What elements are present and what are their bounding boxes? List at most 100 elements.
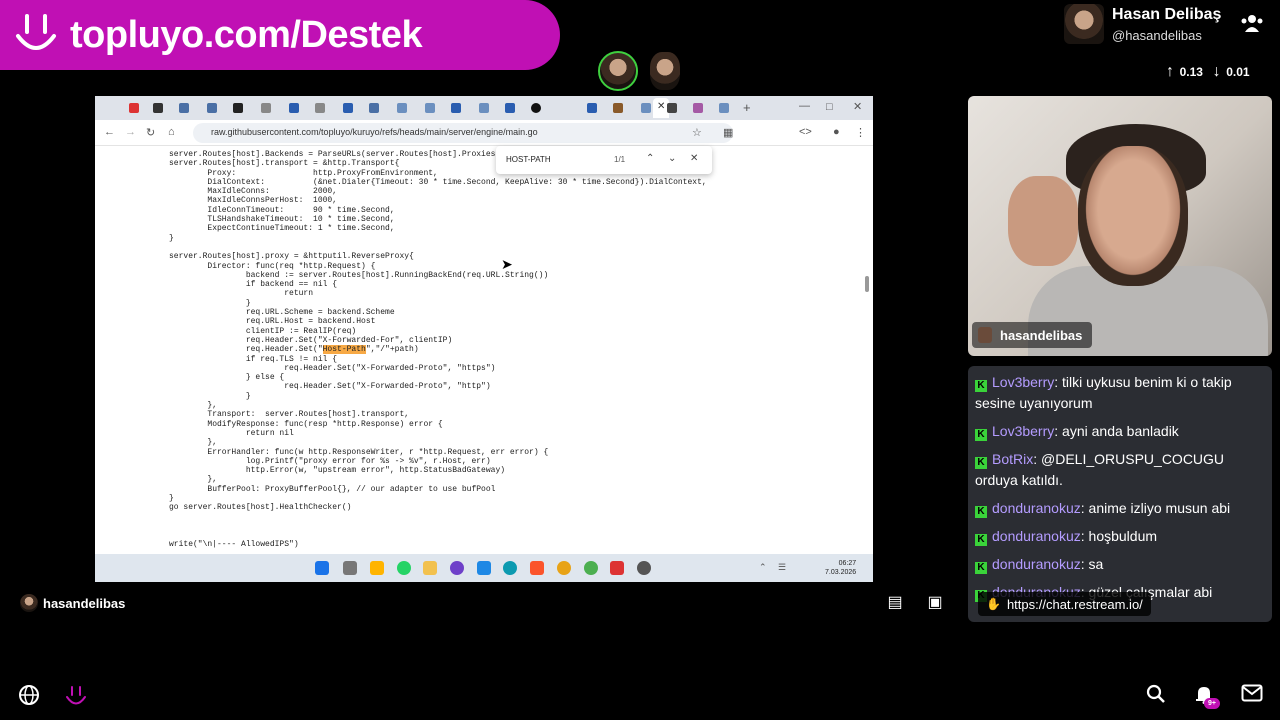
whatsapp-icon[interactable] [397, 561, 411, 575]
tab-icon[interactable] [343, 103, 353, 113]
folder-icon[interactable] [423, 561, 437, 575]
participant-avatar[interactable] [598, 51, 638, 91]
chat-text: ayni anda banladik [1062, 423, 1179, 439]
chrome-active-icon[interactable] [584, 561, 598, 575]
code-line: Transport: server.Routes[host].transport… [169, 410, 410, 420]
minimize-icon[interactable]: — [799, 100, 810, 112]
chat-username[interactable]: Lov3berry [992, 423, 1054, 439]
code-line: }, [169, 475, 218, 485]
vscode-icon[interactable] [477, 561, 491, 575]
chat-username[interactable]: Lov3berry [992, 374, 1054, 390]
wifi-icon[interactable]: ☰ [778, 562, 786, 573]
host-avatar[interactable] [1064, 4, 1104, 44]
participant-avatar[interactable] [650, 52, 680, 90]
forward-icon[interactable]: → [125, 126, 136, 138]
start-icon[interactable] [315, 561, 329, 575]
taskbar-clock[interactable]: 06:27 7.03.2026 [825, 559, 856, 577]
tab-icon[interactable] [179, 103, 189, 113]
webcam-person [1078, 146, 1188, 286]
tab-icon[interactable] [289, 103, 299, 113]
topluyo-logo-icon[interactable] [64, 684, 88, 714]
code-line: go server.Routes[host].HealthChecker() [169, 503, 352, 513]
code-line: req.URL.Host = backend.Host [169, 317, 376, 327]
code-line: IdleConnTimeout: 90 * time.Second, [169, 205, 395, 215]
banner-title: topluyo.com/Destek [70, 14, 423, 56]
home-icon[interactable]: ⌂ [168, 126, 175, 138]
new-tab-icon[interactable]: + [743, 100, 751, 115]
profile-icon[interactable]: ● [833, 126, 840, 138]
maximize-icon[interactable]: □ [826, 101, 833, 113]
webcam-person [1008, 176, 1078, 266]
github-desktop-icon[interactable] [450, 561, 464, 575]
tray-chevron-icon[interactable]: ⌃ [759, 562, 767, 573]
chat-message: Kdonduranokuz: hoşbuldum [975, 526, 1265, 547]
code-icon[interactable]: <> [799, 126, 812, 138]
tab-icon[interactable] [641, 103, 651, 113]
arrow-up-icon[interactable]: ↑ [1166, 63, 1174, 80]
code-view: server.Routes[host].Backends = ParseURLs… [169, 150, 707, 550]
hand-pointer-icon: ✋ [986, 597, 1001, 611]
chrome-icon[interactable] [557, 561, 571, 575]
tab-icon[interactable] [505, 103, 515, 113]
theater-mode-icon[interactable]: ▤ [884, 594, 906, 612]
search-icon[interactable] [1146, 684, 1166, 710]
people-icon[interactable] [1240, 13, 1264, 38]
tab-icon[interactable] [479, 103, 489, 113]
chat-username[interactable]: donduranokuz [992, 528, 1081, 544]
menu-icon[interactable]: ⋮ [855, 126, 866, 139]
arrow-down-icon[interactable]: ↓ [1213, 63, 1221, 80]
chat-username[interactable]: donduranokuz [992, 556, 1081, 572]
extensions-icon[interactable]: ▦ [723, 126, 733, 139]
tab-icon[interactable] [719, 103, 729, 113]
reload-icon[interactable]: ↻ [146, 126, 155, 139]
link-preview-url[interactable]: https://chat.restream.io/ [1007, 597, 1143, 612]
tab-icon[interactable] [129, 103, 139, 113]
chat-username[interactable]: BotRix [992, 451, 1033, 467]
chat-text: hoşbuldum [1088, 528, 1158, 544]
tab-icon[interactable] [425, 103, 435, 113]
tab-icon[interactable] [693, 103, 703, 113]
tab-icon[interactable] [667, 103, 677, 113]
screenshot-icon[interactable]: ▣ [924, 594, 946, 612]
chat-username[interactable]: donduranokuz [992, 500, 1081, 516]
back-icon[interactable]: ← [104, 126, 115, 138]
webcam-label-avatar [978, 327, 992, 343]
find-prev-icon[interactable]: ⌃ [646, 153, 654, 164]
tab-icon[interactable] [369, 103, 379, 113]
tab-icon[interactable] [153, 103, 163, 113]
host-name[interactable]: Hasan Delibaş [1112, 6, 1221, 24]
code-line: req.Header.Set("Host-Path","/"+path) [169, 345, 419, 355]
github-icon[interactable] [531, 103, 541, 113]
globe-icon[interactable] [18, 684, 40, 712]
clock-date: 7.03.2026 [825, 569, 857, 576]
link-preview[interactable]: ✋ https://chat.restream.io/ [978, 592, 1151, 616]
tab-icon[interactable] [261, 103, 271, 113]
edge-icon[interactable] [503, 561, 517, 575]
brave-icon[interactable] [530, 561, 544, 575]
tab-icon[interactable] [207, 103, 217, 113]
channel-name[interactable]: hasandelibas [43, 596, 125, 611]
star-icon[interactable]: ☆ [692, 126, 702, 139]
close-icon[interactable]: ✕ [657, 101, 665, 112]
app-icon[interactable] [637, 561, 651, 575]
mail-icon[interactable] [1241, 684, 1263, 708]
code-line: MaxIdleConns: 2000, [169, 187, 338, 197]
tab-icon[interactable] [587, 103, 597, 113]
tab-icon[interactable] [315, 103, 325, 113]
tab-icon[interactable] [397, 103, 407, 113]
app-icon[interactable] [370, 561, 384, 575]
channel-avatar[interactable] [20, 594, 38, 612]
close-window-icon[interactable]: ✕ [853, 100, 862, 113]
find-input[interactable]: HOST-PATH [506, 155, 551, 164]
task-view-icon[interactable] [343, 561, 357, 575]
scrollbar[interactable] [865, 276, 869, 292]
app-icon[interactable] [610, 561, 624, 575]
tab-icon[interactable] [613, 103, 623, 113]
find-close-icon[interactable]: ✕ [690, 153, 698, 164]
code-line: server.Routes[host].proxy = &httputil.Re… [169, 252, 414, 262]
tab-icon[interactable] [233, 103, 243, 113]
tab-icon[interactable] [451, 103, 461, 113]
find-next-icon[interactable]: ⌄ [668, 153, 676, 164]
url-text[interactable]: raw.githubusercontent.com/topluyo/kuruyo… [211, 127, 538, 137]
code-line: } [169, 233, 174, 243]
